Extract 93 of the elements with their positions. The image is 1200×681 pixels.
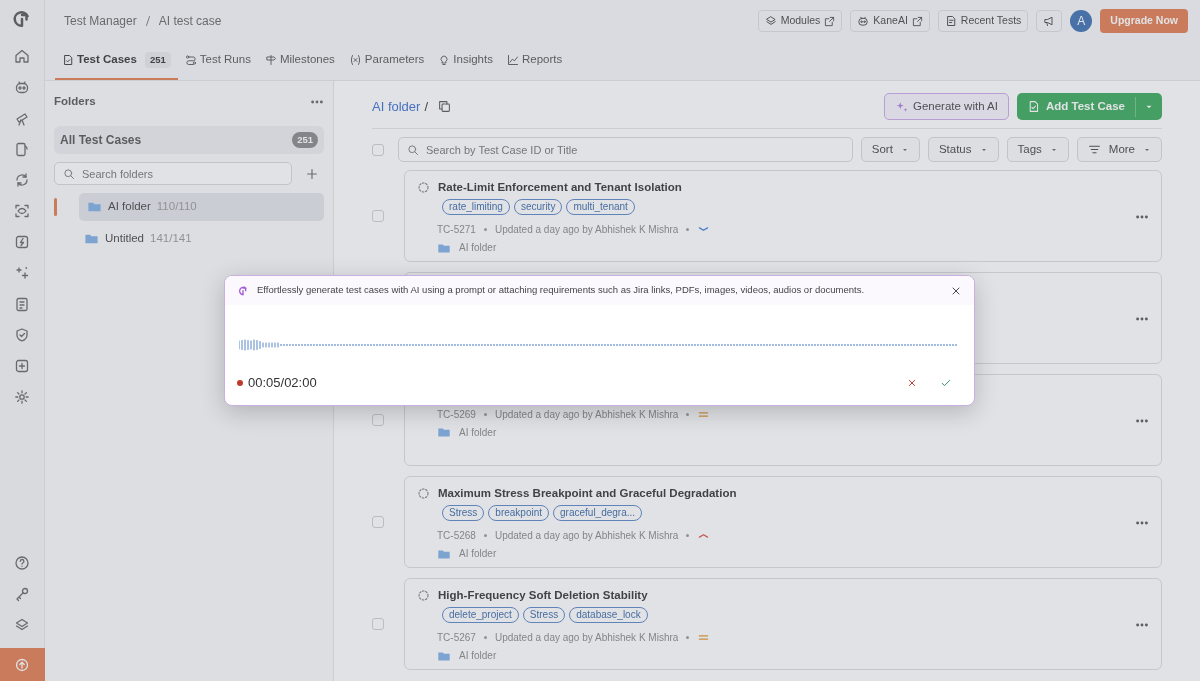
header-button[interactable]: Modules — [757, 10, 843, 32]
test-case-id: TC-5267 — [437, 631, 476, 646]
count-badge: 251 — [144, 51, 171, 69]
tab[interactable]: Insights — [431, 42, 500, 80]
document-icon — [62, 54, 74, 66]
robot-icon — [857, 15, 870, 27]
filter-dropdown[interactable]: Tags — [1006, 137, 1069, 163]
filter-dropdown[interactable]: Status — [927, 137, 999, 163]
update-info: Updated a day ago by Abhishek K Mishra — [494, 529, 679, 544]
logo-icon[interactable] — [13, 10, 31, 28]
folder-name: Untitled — [105, 230, 144, 246]
row-checkbox[interactable] — [372, 618, 384, 631]
count-badge: 251 — [292, 132, 318, 149]
settings-icon[interactable] — [14, 389, 30, 405]
test-case-title[interactable]: High-Frequency Soft Deletion Stability — [438, 587, 648, 605]
hint-text: Effortlessly generate test cases with AI using a prompt or attaching requirements such as Jira links, PDFs, images, videos, audios or documents. — [257, 283, 866, 298]
folder-link[interactable]: AI folder — [372, 96, 421, 117]
generate-ai-button[interactable]: Generate with AI — [883, 93, 1009, 121]
search-field[interactable]: Search folders — [54, 162, 292, 186]
select-all-checkbox[interactable] — [372, 143, 384, 156]
test-case-card[interactable]: Rate-Limit Enforcement and Tenant Isolation rate_limiting security multi_tenant TC-5271 Updated a day ago by Abhishek K Mishra AI folder — [404, 170, 1162, 263]
arrow-up-icon — [14, 656, 30, 673]
home-icon[interactable] — [14, 48, 30, 64]
folder-name: AI folder — [459, 425, 497, 440]
search-field[interactable]: Search by Test Case ID or Title — [398, 137, 853, 163]
layers-icon — [764, 15, 777, 27]
status-circle-icon — [417, 181, 430, 195]
clipboard-icon[interactable] — [14, 296, 30, 312]
folder-name: AI folder — [459, 547, 497, 562]
user-avatar[interactable]: A — [1070, 10, 1093, 32]
header-button[interactable]: Recent Tests — [937, 10, 1029, 32]
folder-item[interactable]: Untitled 141/141 — [76, 224, 324, 252]
announcement-button[interactable] — [1036, 10, 1063, 32]
copy-icon[interactable] — [438, 100, 452, 114]
plus-square-icon[interactable] — [14, 358, 30, 374]
update-info: Updated a day ago by Abhishek K Mishra — [494, 223, 679, 238]
breadcrumb-link[interactable]: AI test case — [158, 12, 222, 30]
tab[interactable]: Reports — [499, 42, 570, 80]
folder-name: AI folder — [459, 649, 497, 664]
test-case-id: TC-5268 — [437, 529, 476, 544]
row-checkbox[interactable] — [372, 414, 384, 427]
update-info: Updated a day ago by Abhishek K Mishra — [494, 631, 679, 646]
route-icon — [184, 54, 197, 66]
folder-item[interactable]: AI folder 110/110 — [79, 193, 324, 221]
row-checkbox[interactable] — [372, 210, 384, 223]
add-icon[interactable] — [305, 166, 319, 181]
folder-count: 141/141 — [150, 230, 192, 246]
folder-label[interactable]: All Test Cases — [60, 131, 142, 150]
search-icon — [407, 143, 419, 156]
key-icon[interactable] — [14, 586, 30, 602]
update-info: Updated a day ago by Abhishek K Mishra — [494, 407, 679, 422]
layers-icon[interactable] — [14, 617, 30, 633]
eye-scan-icon[interactable] — [14, 203, 30, 219]
folder-name: AI folder — [459, 241, 497, 256]
status-circle-icon — [417, 487, 430, 501]
test-case-id: TC-5269 — [437, 407, 476, 422]
row-checkbox[interactable] — [372, 516, 384, 529]
tab[interactable]: Test Runs — [177, 42, 258, 80]
lightbulb-icon — [438, 54, 451, 66]
robot-icon[interactable] — [14, 79, 30, 95]
header-button[interactable]: KaneAI — [850, 10, 930, 32]
lightning-icon[interactable] — [14, 234, 30, 250]
sync-icon[interactable] — [14, 172, 30, 188]
shield-icon[interactable] — [14, 327, 30, 343]
document-icon — [944, 15, 957, 27]
collapse-button[interactable] — [0, 648, 45, 681]
panel-title: Folders — [54, 94, 96, 109]
filter-dropdown[interactable]: More — [1076, 137, 1162, 163]
test-case-title[interactable]: Maximum Stress Breakpoint and Graceful Degradation — [438, 485, 737, 503]
path-separator: / — [424, 97, 429, 116]
slash-icon — [144, 15, 151, 27]
filter-dropdown[interactable]: Sort — [860, 137, 920, 163]
search-icon — [63, 167, 75, 180]
chart-icon — [506, 54, 519, 66]
recording-time: 00:05/02:00 — [248, 374, 318, 392]
test-case-card[interactable]: High-Frequency Soft Deletion Stability delete_project Stress database_lock TC-5267 Updated a day ago by Abhishek K Mishra AI folder — [404, 578, 1162, 671]
tab[interactable]: Milestones — [257, 42, 342, 80]
variable-icon — [348, 54, 362, 66]
test-case-card[interactable]: Maximum Stress Breakpoint and Graceful Degradation Stress breakpoint graceful_degra... TC-5268 Updated a day ago by Abhishek K Mishra AI folder — [404, 476, 1162, 569]
megaphone-icon — [1043, 15, 1056, 27]
test-case-id: TC-5271 — [437, 223, 476, 238]
help-icon[interactable] — [14, 555, 30, 571]
all-test-cases-item[interactable]: All Test Cases 251 — [54, 126, 324, 155]
folder-count: 110/110 — [156, 199, 197, 215]
tab[interactable]: Parameters — [341, 42, 432, 80]
status-circle-icon — [417, 589, 430, 603]
device-icon[interactable] — [14, 141, 30, 157]
folder-name: AI folder — [108, 199, 151, 215]
signpost-icon — [264, 54, 277, 66]
sparkle-icon[interactable] — [14, 265, 30, 281]
ai-logo-icon — [237, 284, 249, 297]
test-case-title[interactable]: Rate-Limit Enforcement and Tenant Isolation — [438, 179, 682, 197]
breadcrumb-link[interactable]: Test Manager — [64, 12, 137, 30]
